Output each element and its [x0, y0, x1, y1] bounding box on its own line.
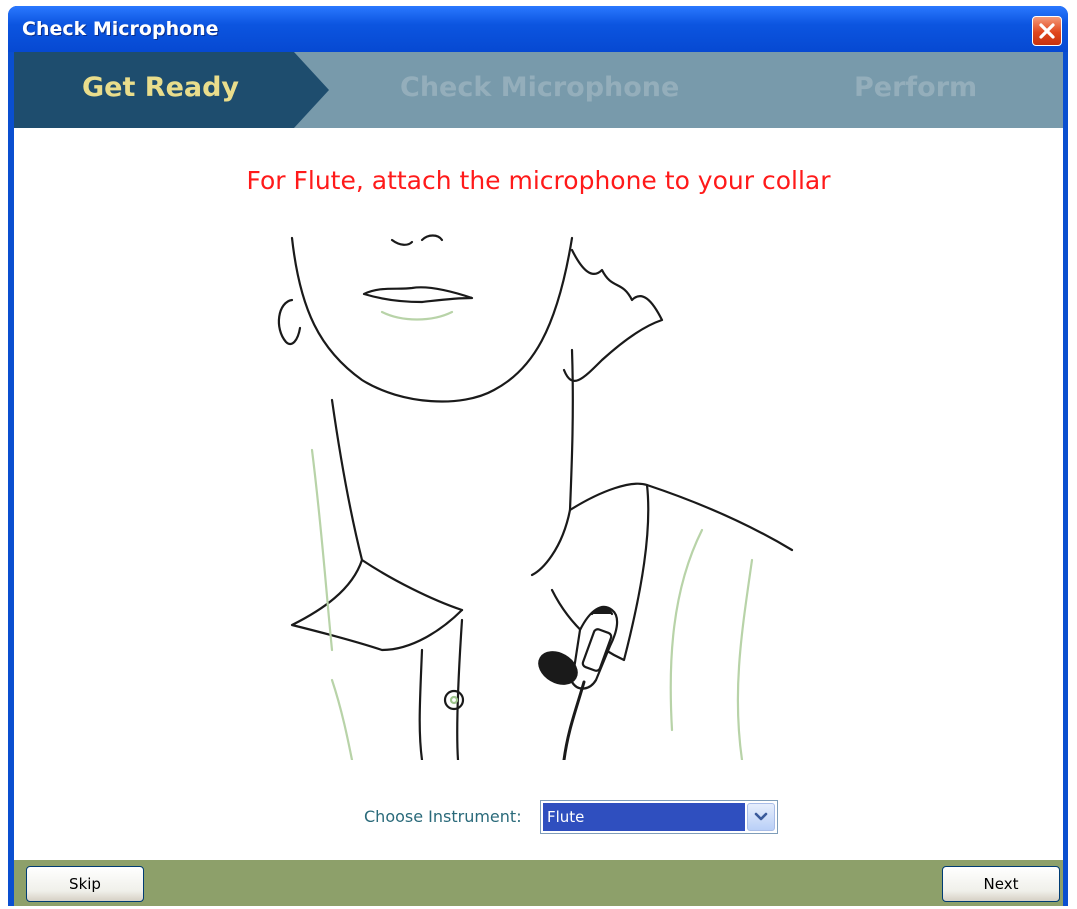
step-perform: Perform [854, 72, 978, 103]
instrument-selected-value: Flute [543, 803, 745, 831]
button-bar: Skip Next [14, 860, 1063, 906]
dialog-window: Check Microphone Get Ready Check Microph… [8, 6, 1068, 906]
choose-instrument-label: Choose Instrument: [364, 807, 522, 826]
instruction-text: For Flute, attach the microphone to your… [246, 166, 831, 195]
dialog-content: Get Ready Check Microphone Perform For F… [14, 52, 1063, 906]
close-button[interactable] [1032, 16, 1062, 46]
chevron-down-icon [754, 812, 768, 821]
instrument-select[interactable]: Flute [540, 800, 778, 834]
next-button[interactable]: Next [942, 866, 1060, 902]
title-bar[interactable]: Check Microphone [8, 6, 1068, 52]
close-icon [1039, 23, 1055, 39]
step-get-ready: Get Ready [82, 72, 240, 103]
instrument-dropdown-button[interactable] [747, 803, 775, 831]
window-title: Check Microphone [22, 18, 219, 40]
collar-microphone-illustration [277, 234, 794, 760]
wizard-steps: Get Ready Check Microphone Perform [14, 52, 1063, 128]
step-check-microphone: Check Microphone [400, 72, 680, 103]
skip-button[interactable]: Skip [26, 866, 144, 902]
